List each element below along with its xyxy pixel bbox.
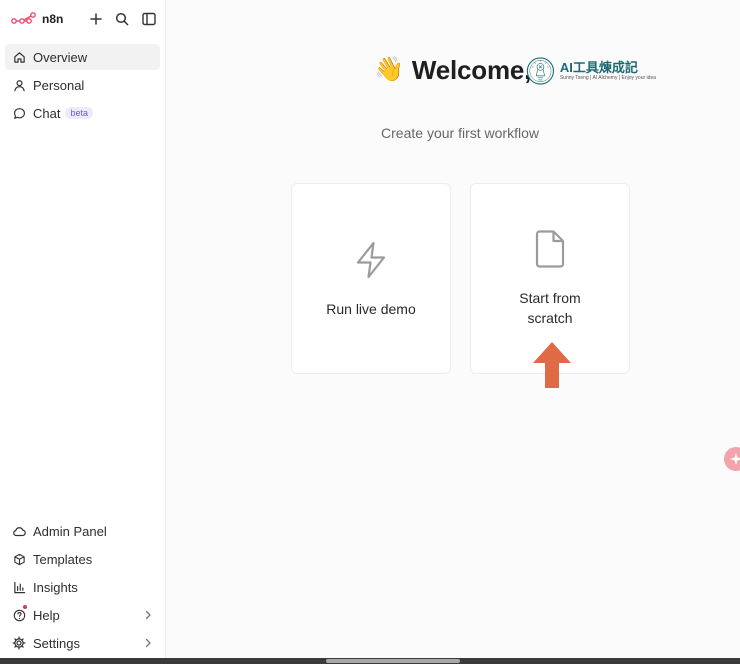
sidebar: n8n Overview Personal Chat beta Admin Pa… bbox=[0, 0, 166, 658]
gear-icon bbox=[12, 636, 26, 650]
scrollbar-thumb[interactable] bbox=[326, 659, 460, 663]
sidebar-item-templates[interactable]: Templates bbox=[5, 546, 160, 572]
add-button[interactable] bbox=[88, 11, 104, 27]
sidebar-toggle-icon bbox=[142, 12, 156, 26]
sidebar-item-insights[interactable]: Insights bbox=[5, 574, 160, 600]
sidebar-item-label: Help bbox=[33, 607, 60, 623]
sparkle-icon bbox=[730, 453, 740, 465]
waving-hand-icon: 👋 bbox=[374, 56, 404, 83]
floating-assistant-button[interactable] bbox=[724, 447, 740, 471]
sidebar-item-help[interactable]: Help bbox=[5, 602, 160, 628]
sidebar-item-label: Admin Panel bbox=[33, 523, 107, 539]
chevron-right-icon bbox=[145, 610, 151, 620]
sidebar-item-label: Insights bbox=[33, 579, 78, 595]
sidebar-item-label: Templates bbox=[33, 551, 93, 567]
file-icon bbox=[535, 230, 565, 268]
page-subtitle: Create your first workflow bbox=[381, 125, 539, 141]
sidebar-item-label: Settings bbox=[33, 635, 80, 651]
help-icon bbox=[12, 608, 26, 622]
search-button[interactable] bbox=[114, 11, 130, 27]
search-icon bbox=[115, 12, 129, 26]
sidebar-item-admin-panel[interactable]: Admin Panel bbox=[5, 518, 160, 544]
welcome-text: Welcome, bbox=[411, 54, 532, 85]
card-label: Run live demo bbox=[326, 301, 416, 317]
home-icon bbox=[12, 50, 26, 64]
n8n-logo[interactable]: n8n bbox=[11, 10, 63, 28]
lightning-icon bbox=[356, 241, 386, 279]
chat-icon bbox=[12, 106, 26, 120]
sidebar-item-chat[interactable]: Chat beta bbox=[5, 100, 160, 126]
chevron-right-icon bbox=[145, 638, 151, 648]
toggle-sidebar-button[interactable] bbox=[141, 11, 157, 27]
logo-subtitle: Sunny Tseng | AI Alchemy | Enjoy your id… bbox=[559, 75, 656, 81]
plus-icon bbox=[90, 13, 102, 25]
card-label: scratch bbox=[527, 310, 573, 326]
sidebar-item-label: Overview bbox=[33, 49, 88, 65]
logo-title: AI工具煉成記 bbox=[559, 60, 638, 75]
box-icon bbox=[12, 552, 26, 566]
beta-badge: beta bbox=[65, 107, 93, 119]
bar-chart-icon bbox=[12, 580, 26, 594]
app-name: n8n bbox=[42, 12, 64, 26]
annotation-arrow-up-icon bbox=[533, 342, 571, 388]
user-icon bbox=[12, 78, 26, 92]
user-logo: AI工具煉成記 Sunny Tseng | AI Alchemy | Enjoy… bbox=[526, 48, 656, 94]
card-label: Start from bbox=[519, 290, 581, 306]
sidebar-item-personal[interactable]: Personal bbox=[5, 72, 160, 98]
logo-emblem-icon bbox=[526, 57, 555, 85]
sidebar-item-overview[interactable]: Overview bbox=[5, 44, 160, 70]
welcome-heading: 👋 Welcome, bbox=[374, 48, 531, 92]
notification-dot bbox=[23, 605, 27, 609]
sidebar-item-settings[interactable]: Settings bbox=[5, 630, 160, 656]
run-live-demo-card[interactable]: Run live demo bbox=[291, 183, 451, 374]
n8n-logo-icon bbox=[11, 12, 36, 24]
sidebar-item-label: Chat bbox=[33, 105, 61, 121]
sidebar-item-label: Personal bbox=[33, 77, 85, 93]
cloud-icon bbox=[12, 524, 26, 538]
